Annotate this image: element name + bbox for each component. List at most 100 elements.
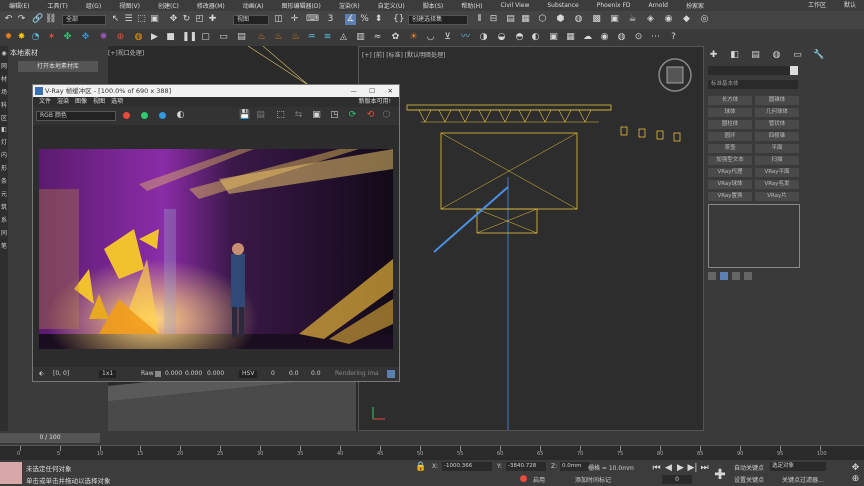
follow-mouse-icon[interactable]: ◳	[329, 110, 340, 121]
frame-counter[interactable]: 0 / 100	[0, 433, 100, 443]
vfb-menu-item[interactable]: 图像	[75, 97, 87, 107]
play-anim-icon[interactable]: ▶	[675, 463, 686, 474]
menu-item[interactable]: Substance	[538, 2, 587, 9]
render-image[interactable]	[39, 149, 393, 349]
window-crossing-icon[interactable]: ▣	[149, 14, 160, 25]
modify-tab-icon[interactable]: ◧	[729, 50, 740, 61]
object-type-button[interactable]: 扫描	[755, 156, 799, 165]
menu-item[interactable]: 工具(T)	[38, 1, 76, 10]
liquid-icon[interactable]: ♒	[306, 32, 317, 43]
vray-ambient-icon[interactable]: ✤	[62, 32, 73, 43]
object-type-button[interactable]: VRay球体	[708, 180, 752, 189]
sphere-icon[interactable]: ◍	[616, 32, 627, 43]
strip-tab[interactable]: 材	[0, 74, 8, 83]
pixel-info-icon[interactable]: ⬖	[39, 367, 44, 381]
strip-tab[interactable]: 筑	[0, 202, 8, 211]
selection-dropdown[interactable]: 选定对象	[770, 462, 826, 471]
strip-tab[interactable]: 场	[0, 87, 8, 96]
vray-ies-icon[interactable]: ✶	[46, 32, 57, 43]
strip-tab[interactable]: ◧	[0, 126, 8, 133]
maxscript-listener[interactable]	[0, 462, 22, 484]
frame-icon[interactable]: ▢	[200, 32, 211, 43]
snap-icon[interactable]: 3	[325, 14, 336, 25]
menu-item[interactable]: 修改器(M)	[188, 1, 234, 10]
select-icon[interactable]: ↖	[110, 14, 121, 25]
droplet-icon[interactable]: ◉	[599, 32, 610, 43]
unlink-icon[interactable]: ⛓	[45, 14, 56, 25]
more-icon[interactable]: ⋯	[650, 32, 661, 43]
object-type-button[interactable]: 圆锥体	[755, 96, 799, 105]
color-mode-dropdown[interactable]: HSV	[239, 370, 258, 378]
edit-named-selection-icon[interactable]: {}	[393, 14, 404, 25]
z-field[interactable]: 0.0mm	[560, 462, 590, 471]
y-field[interactable]: -3840.728	[506, 462, 546, 471]
track-mouse-icon[interactable]: ▣	[311, 110, 322, 121]
strip-tab[interactable]: 灯	[0, 137, 8, 146]
red-channel-icon[interactable]	[123, 112, 130, 119]
object-type-button[interactable]: VRay片	[755, 192, 799, 201]
object-type-button[interactable]: 长方体	[708, 96, 752, 105]
strip-tab[interactable]: 内	[0, 150, 8, 159]
object-type-button[interactable]: VRay置换	[708, 192, 752, 201]
menu-item[interactable]: 脚本(S)	[414, 1, 453, 10]
open-local-library-button[interactable]: 打开本地素材库	[18, 61, 98, 72]
cache-icon[interactable]: ▣	[548, 32, 559, 43]
play-icon[interactable]: ▶	[149, 32, 160, 43]
front-viewport[interactable]: [+] [前] [标准] [默认明暗处理]	[358, 46, 704, 431]
object-type-button[interactable]: 管状体	[755, 120, 799, 129]
object-type-button[interactable]: VRay毛发	[755, 180, 799, 189]
close-icon[interactable]: ✕	[388, 85, 393, 97]
object-type-button[interactable]: 平面	[755, 144, 799, 153]
stop-render-icon[interactable]: ⬡	[381, 110, 392, 121]
create-tab-icon[interactable]: ✚	[708, 50, 719, 61]
go-end-icon[interactable]: ⏭	[699, 463, 710, 474]
scene-explorer-icon[interactable]: ▦	[520, 14, 531, 25]
phoenix-icon[interactable]: ◬	[338, 32, 349, 43]
menu-item[interactable]: Arnold	[640, 2, 677, 9]
stop-icon[interactable]: ■	[165, 32, 176, 43]
next-frame-icon[interactable]: ▶|	[687, 463, 698, 474]
undo-icon[interactable]: ↶	[3, 14, 14, 25]
menu-item[interactable]: 创建(C)	[149, 1, 188, 10]
menu-item[interactable]: 图形编辑器(D)	[273, 1, 330, 10]
angle-snap-icon[interactable]: ∡	[345, 14, 356, 25]
percent-snap-icon[interactable]: %	[359, 14, 370, 25]
fire-icon[interactable]: ♨	[256, 32, 267, 43]
region-render-icon[interactable]: ⬚	[275, 110, 286, 121]
link-icon[interactable]: 🔗	[32, 14, 43, 25]
bubble-icon[interactable]: ⊙	[633, 32, 644, 43]
render-setup-icon[interactable]: ▩	[591, 14, 602, 25]
pivot-icon[interactable]: ◫	[273, 14, 284, 25]
object-type-button[interactable]: 圆环	[708, 132, 752, 141]
particle-icon[interactable]: ☀	[408, 32, 419, 43]
voxel-icon[interactable]: ▦	[565, 32, 576, 43]
add-time-tag[interactable]: 添加时间标记	[575, 475, 611, 484]
isolate-icon[interactable]: 🔒	[415, 462, 426, 473]
object-type-button[interactable]: 几何球体	[755, 108, 799, 117]
glass-icon[interactable]: ⊻	[442, 32, 453, 43]
zoom-mode-dropdown[interactable]: 1x1	[99, 370, 117, 378]
strip-tab[interactable]: 条	[0, 176, 8, 185]
display-tab-icon[interactable]: ▭	[792, 50, 803, 61]
green-channel-icon[interactable]	[141, 112, 148, 119]
strip-tab[interactable]: 同	[0, 228, 8, 237]
enabled-label[interactable]: 启用	[533, 475, 545, 484]
align-icon[interactable]: ⊟	[488, 14, 499, 25]
strip-tab[interactable]: 笔	[0, 241, 8, 250]
vfb-menu-item[interactable]: 视图	[93, 97, 105, 107]
strip-tab[interactable]: ◉	[0, 50, 8, 57]
material-editor-icon[interactable]: ◍	[573, 14, 584, 25]
object-type-button[interactable]: 圆柱体	[708, 120, 752, 129]
key-mode-icon[interactable]: ✚	[712, 467, 728, 483]
wave-icon[interactable]: 〰	[460, 32, 471, 43]
menu-item[interactable]: 帮助(H)	[452, 1, 491, 10]
blue-channel-icon[interactable]	[159, 112, 166, 119]
refresh-icon[interactable]: ⟳	[347, 110, 358, 121]
list-icon[interactable]: ▤	[236, 32, 247, 43]
vray-plane-icon[interactable]: ⊕	[115, 32, 126, 43]
vray-proxy-icon[interactable]: ✥	[80, 32, 91, 43]
auto-key-button[interactable]: 自动关键点	[734, 463, 764, 472]
minimize-icon[interactable]: —	[351, 85, 358, 97]
color-swatch[interactable]	[790, 66, 798, 75]
strip-tab[interactable]: 元	[0, 189, 8, 198]
